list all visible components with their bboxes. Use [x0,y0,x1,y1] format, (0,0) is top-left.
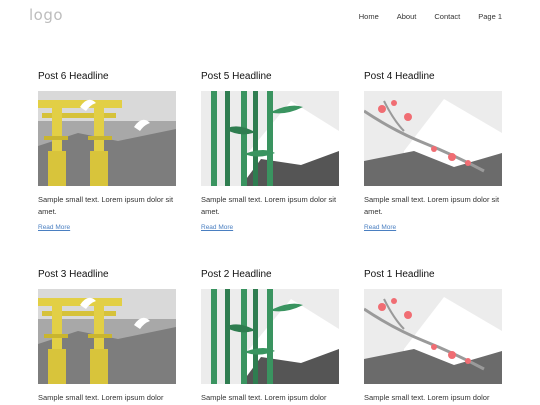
nav-contact[interactable]: Contact [434,12,460,21]
post-excerpt: Sample small text. Lorem ipsum dolor sit… [38,195,174,216]
post-headline[interactable]: Post 1 Headline [364,268,502,282]
post-card: Post 1 Headline Sample small text. Lorem… [364,268,502,402]
cherry-blossom-icon[interactable] [364,91,502,186]
site-header: logo Home About Contact Page 1 [0,0,540,36]
cherry-blossom-icon[interactable] [364,289,502,384]
post-excerpt: Sample small text. Lorem ipsum dolor [201,393,327,402]
post-headline[interactable]: Post 6 Headline [38,70,176,84]
post-card: Post 4 Headline Sample small text. Lorem… [364,70,502,231]
post-excerpt: Sample small text. Lorem ipsum dolor sit… [364,195,500,216]
torii-gate-icon[interactable] [38,91,176,186]
post-headline[interactable]: Post 4 Headline [364,70,502,84]
read-more-link[interactable]: Read More [38,224,70,231]
read-more-link[interactable]: Read More [364,224,396,231]
bamboo-icon[interactable] [201,289,339,384]
post-excerpt: Sample small text. Lorem ipsum dolor [364,393,490,402]
main-nav: Home About Contact Page 1 [341,12,502,21]
nav-page-1[interactable]: Page 1 [478,12,502,21]
nav-home[interactable]: Home [359,12,379,21]
post-headline[interactable]: Post 3 Headline [38,268,176,282]
post-excerpt: Sample small text. Lorem ipsum dolor [38,393,164,402]
post-card: Post 2 Headline Sample small text. Lorem… [201,268,339,402]
logo[interactable]: logo [29,6,63,24]
post-excerpt: Sample small text. Lorem ipsum dolor sit… [201,195,337,216]
post-headline[interactable]: Post 5 Headline [201,70,339,84]
post-card: Post 3 Headline Sample small text. Lorem… [38,268,176,402]
bamboo-icon[interactable] [201,91,339,186]
read-more-link[interactable]: Read More [201,224,233,231]
post-headline[interactable]: Post 2 Headline [201,268,339,282]
post-card: Post 5 Headline Sample small text. Lorem… [201,70,339,231]
torii-gate-icon[interactable] [38,289,176,384]
post-card: Post 6 Headline Sample small text. Lorem… [38,70,176,231]
nav-about[interactable]: About [397,12,417,21]
